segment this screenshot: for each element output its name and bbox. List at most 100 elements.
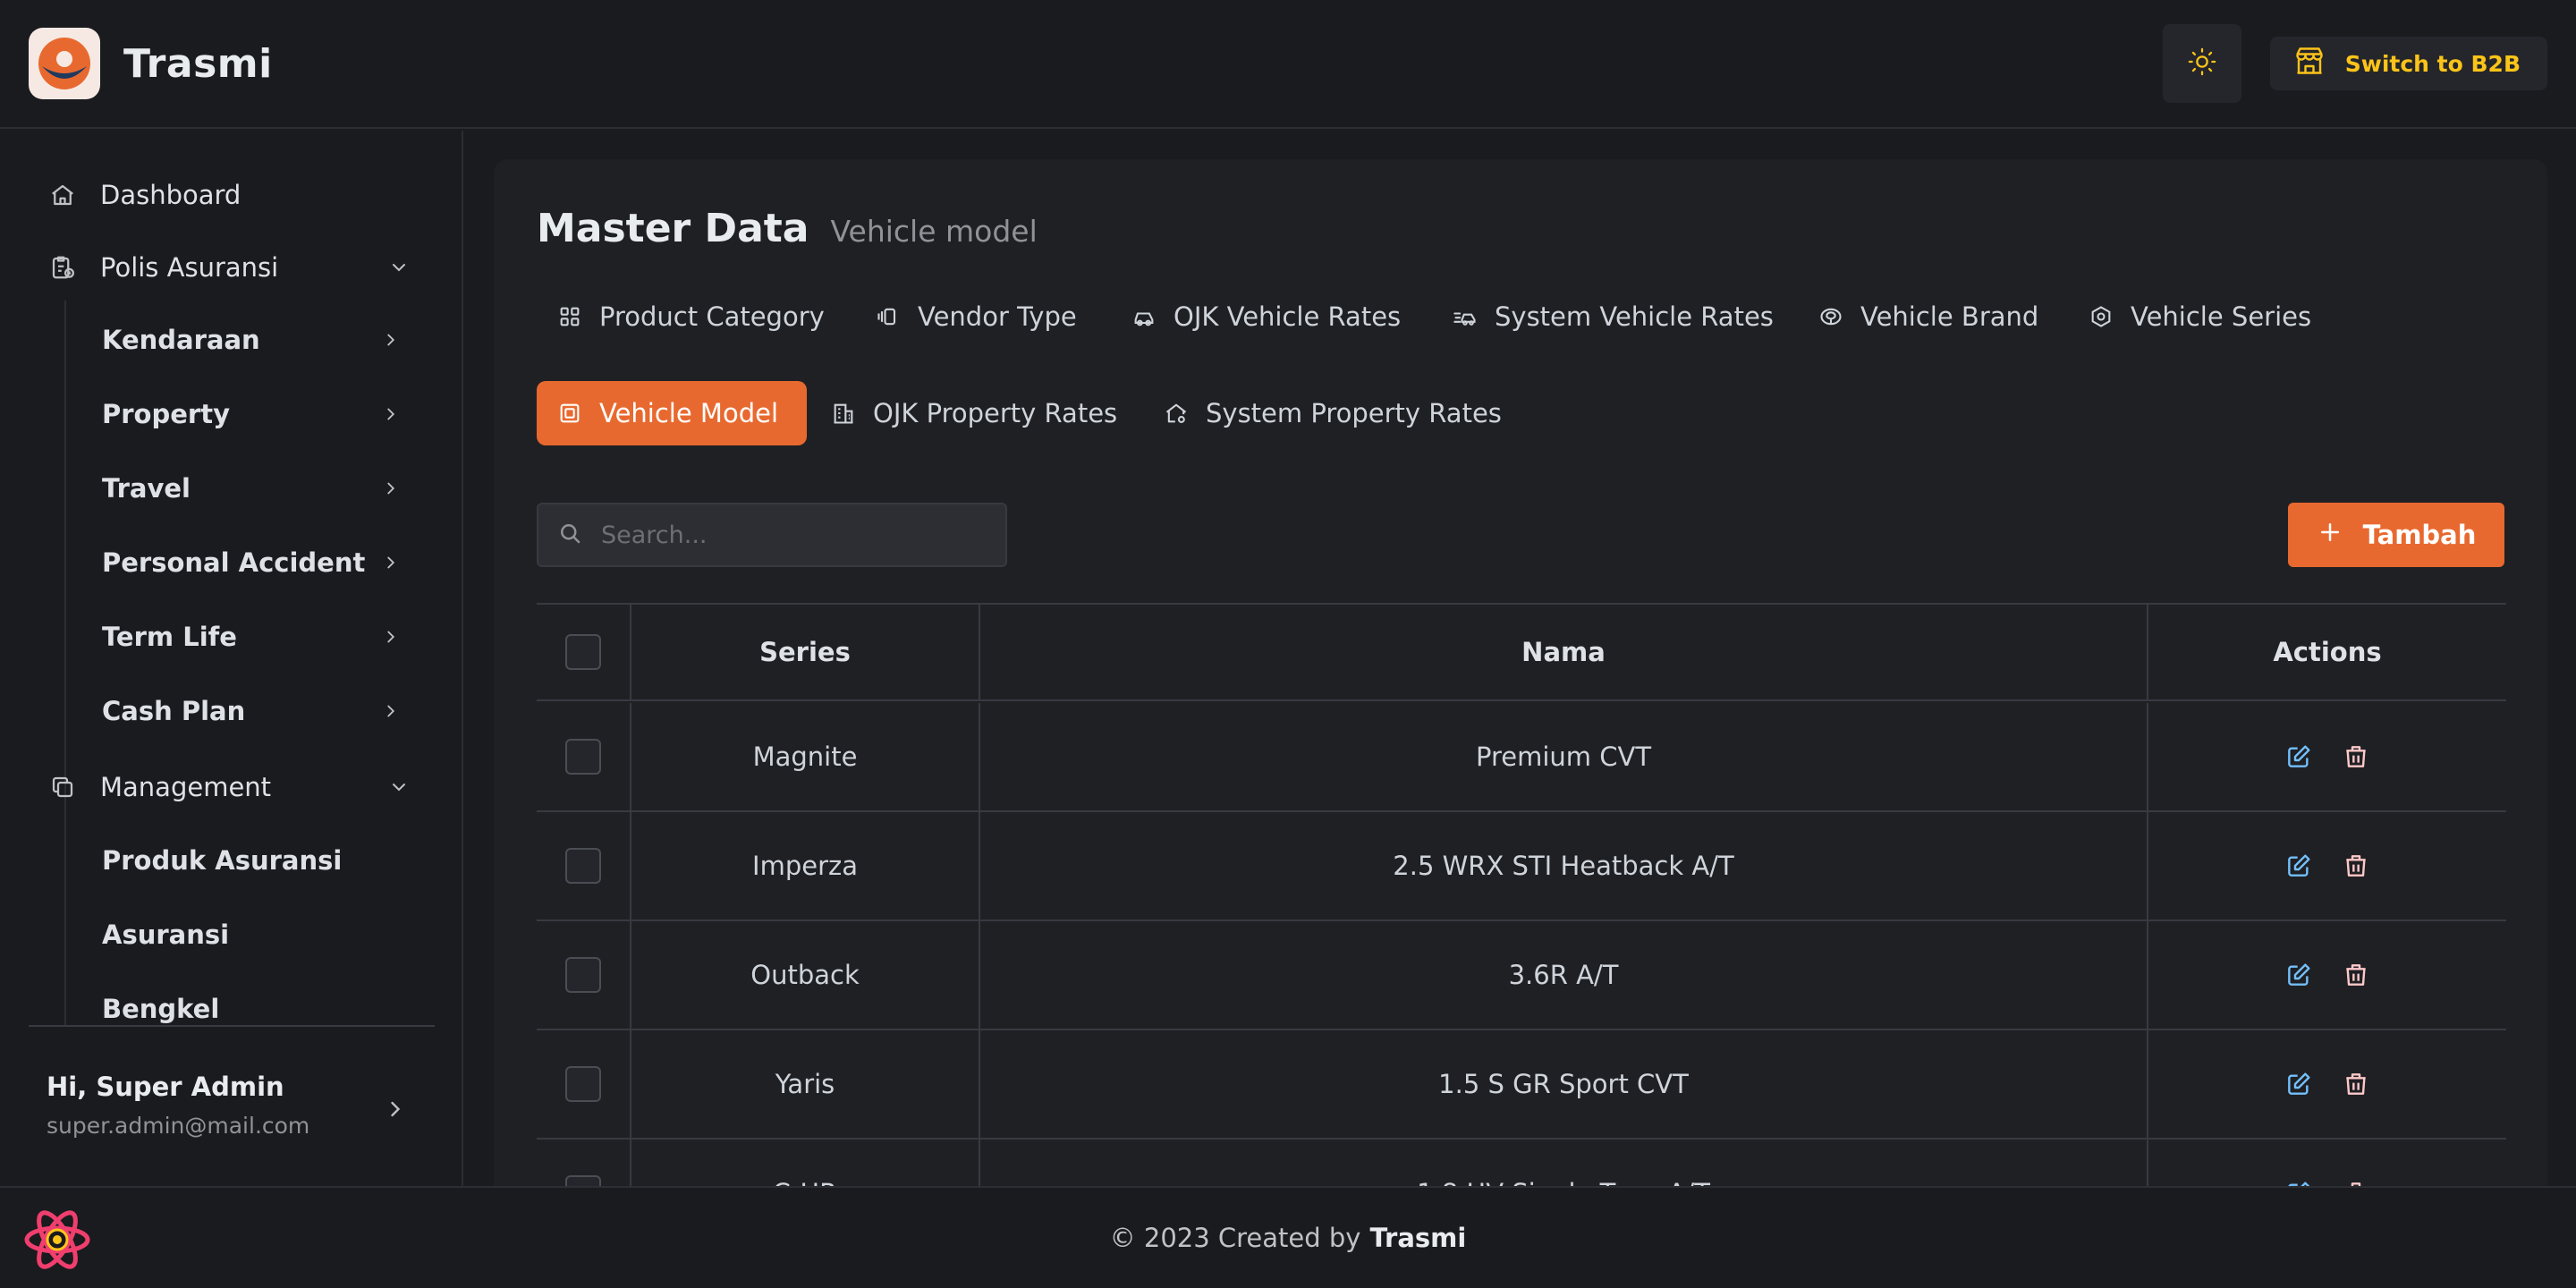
sidebar-item-management[interactable]: Management [29, 758, 435, 816]
page-subtitle: Vehicle model [830, 214, 1038, 249]
sidebar-item-produk-asuransi[interactable]: Produk Asuransi [102, 832, 435, 889]
tab-vendor-type[interactable]: Vendor Type [855, 284, 1106, 349]
search-input[interactable] [601, 521, 995, 549]
sidebar-item-term-life[interactable]: Term Life [102, 608, 435, 665]
cell-series: Outback [631, 921, 980, 1029]
cell-series: Imperza [631, 812, 980, 919]
store-icon [2293, 45, 2326, 82]
plus-icon [2317, 519, 2343, 552]
cell-nama: 3.6R A/T [980, 921, 2148, 1029]
tab-label: System Property Rates [1206, 398, 1502, 428]
sidebar-item-bengkel[interactable]: Bengkel [102, 980, 435, 1025]
trasmi-logo[interactable] [29, 28, 100, 99]
sidebar-item-travel[interactable]: Travel [102, 460, 435, 517]
table-row: Magnite Premium CVT [537, 703, 2506, 812]
vendor-icon [875, 303, 902, 330]
sidebar-item-label: Cash Plan [102, 696, 246, 726]
chevron-down-icon [388, 776, 410, 798]
search-icon [556, 520, 583, 550]
row-checkbox[interactable] [565, 739, 601, 775]
table-header-row: Series Nama Actions [537, 603, 2506, 701]
sidebar-item-dashboard[interactable]: Dashboard [29, 166, 435, 224]
edit-icon[interactable] [2283, 959, 2315, 991]
sidebar-item-label: Management [100, 772, 272, 802]
cell-nama: 1.5 S GR Sport CVT [980, 1030, 2148, 1138]
row-checkbox[interactable] [565, 1066, 601, 1102]
edit-icon[interactable] [2283, 850, 2315, 882]
table-row: Yaris 1.5 S GR Sport CVT [537, 1030, 2506, 1140]
tab-product-category[interactable]: Product Category [537, 284, 853, 349]
select-all-checkbox[interactable] [565, 634, 601, 670]
sidebar-item-label: Bengkel [102, 994, 220, 1024]
tab-label: Product Category [599, 301, 825, 332]
sidebar-item-label: Asuransi [102, 919, 230, 950]
column-header-nama[interactable]: Nama [980, 605, 2148, 699]
chevron-right-icon [381, 404, 401, 424]
grid-icon [556, 303, 583, 330]
table-row: Outback 3.6R A/T [537, 921, 2506, 1030]
sidebar-item-personal-accident[interactable]: Personal Accident [102, 534, 435, 591]
row-checkbox[interactable] [565, 957, 601, 993]
cell-nama: Premium CVT [980, 703, 2148, 810]
switch-b2b-label: Switch to B2B [2344, 50, 2521, 77]
delete-icon[interactable] [2340, 959, 2372, 991]
add-button[interactable]: Tambah [2288, 503, 2504, 567]
sidebar-item-cash-plan[interactable]: Cash Plan [102, 682, 435, 740]
tab-label: OJK Vehicle Rates [1174, 301, 1402, 332]
react-logo-icon [24, 1210, 90, 1269]
sidebar-item-label: Travel [102, 473, 191, 504]
column-header-series[interactable]: Series [631, 605, 980, 699]
cell-nama: 1.8 HV Single Tone A/T [980, 1140, 2148, 1186]
car-icon [1131, 303, 1157, 330]
user-menu[interactable]: Hi, Super Admin super.admin@mail.com [29, 1025, 435, 1168]
sidebar-item-asuransi[interactable]: Asuransi [102, 906, 435, 963]
sidebar-item-kendaraan[interactable]: Kendaraan [102, 311, 435, 369]
table-row: C-HR 1.8 HV Single Tone A/T [537, 1140, 2506, 1186]
car-speed-icon [1452, 303, 1479, 330]
edit-icon[interactable] [2283, 741, 2315, 773]
add-button-label: Tambah [2362, 520, 2477, 550]
chevron-right-icon [381, 553, 401, 572]
sidebar-item-label: Polis Asuransi [100, 252, 279, 283]
tab-label: Vehicle Brand [1860, 301, 2039, 332]
tab-label: Vehicle Model [599, 398, 778, 428]
page-title: Master Data [537, 206, 809, 251]
chevron-down-icon [388, 257, 410, 278]
sidebar-item-label: Kendaraan [102, 325, 260, 355]
tab-vehicle-series[interactable]: Vehicle Series [2068, 284, 2340, 349]
building-icon [830, 400, 857, 427]
tab-system-property-rates[interactable]: System Property Rates [1143, 381, 1530, 445]
switch-b2b-button[interactable]: Switch to B2B [2269, 37, 2547, 90]
sidebar-item-property[interactable]: Property [102, 386, 435, 443]
sidebar-item-polis-asuransi[interactable]: Polis Asuransi [29, 239, 435, 296]
chevron-right-icon [381, 479, 401, 498]
theme-toggle-button[interactable] [2162, 24, 2241, 103]
delete-icon[interactable] [2340, 1068, 2372, 1100]
row-checkbox[interactable] [565, 1175, 601, 1186]
footer-text: © 2023 Created by [1109, 1223, 1361, 1253]
copy-icon [45, 769, 80, 805]
chevron-right-icon [383, 1097, 408, 1125]
cell-series: Yaris [631, 1030, 980, 1138]
delete-icon[interactable] [2340, 1177, 2372, 1186]
brand-icon [1818, 303, 1844, 330]
sidebar-item-label: Term Life [102, 622, 237, 652]
sidebar-nav: Dashboard Polis Asuransi Kendaraan Prope… [29, 131, 435, 1025]
tab-ojk-vehicle-rates[interactable]: OJK Vehicle Rates [1111, 284, 1429, 349]
tab-label: Vehicle Series [2131, 301, 2312, 332]
edit-icon[interactable] [2283, 1068, 2315, 1100]
tab-ojk-property-rates[interactable]: OJK Property Rates [810, 381, 1146, 445]
app-header: Trasmi Switch to B2B [0, 0, 2576, 129]
submenu-guide-line [64, 821, 66, 1025]
square-icon [556, 400, 583, 427]
delete-icon[interactable] [2340, 741, 2372, 773]
tab-system-vehicle-rates[interactable]: System Vehicle Rates [1432, 284, 1802, 349]
tab-vehicle-model[interactable]: Vehicle Model [537, 381, 807, 445]
tab-vehicle-brand[interactable]: Vehicle Brand [1798, 284, 2067, 349]
row-checkbox[interactable] [565, 848, 601, 884]
chevron-right-icon [381, 330, 401, 350]
edit-icon[interactable] [2283, 1177, 2315, 1186]
delete-icon[interactable] [2340, 850, 2372, 882]
user-greeting: Hi, Super Admin [47, 1072, 284, 1102]
sidebar-item-label: Produk Asuransi [102, 845, 343, 876]
